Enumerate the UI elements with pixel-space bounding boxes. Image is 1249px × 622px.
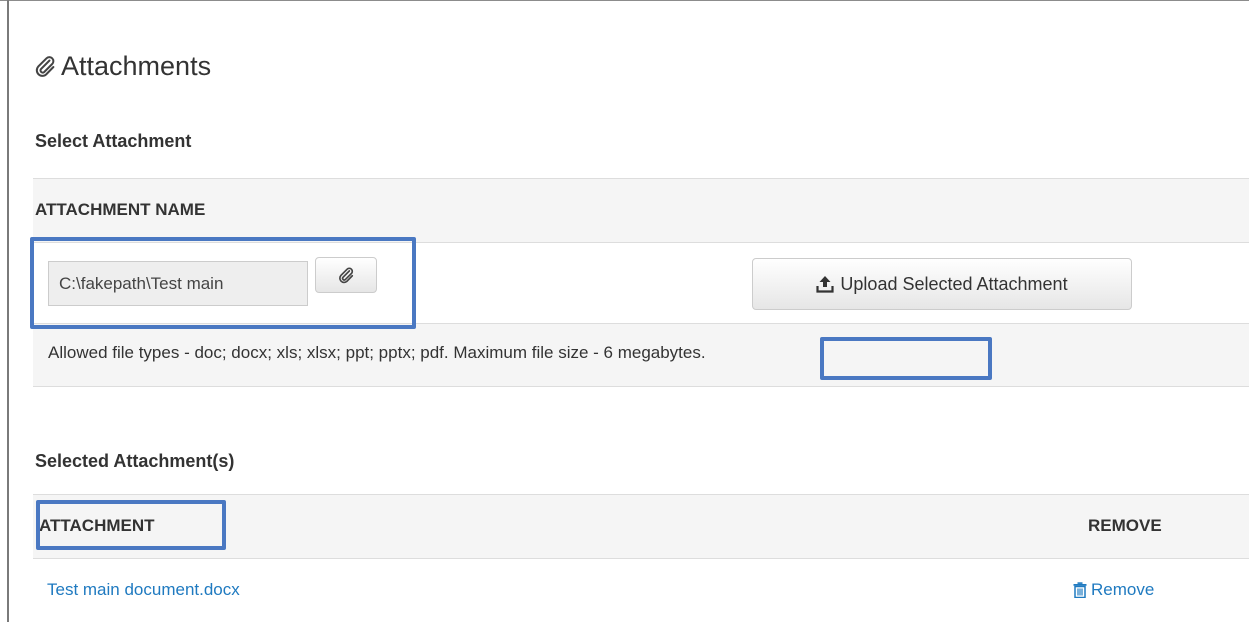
remove-label: Remove xyxy=(1091,580,1155,599)
allowed-file-types-note: Allowed file types - doc; docx; xls; xls… xyxy=(48,343,706,362)
select-attachment-title: Select Attachment xyxy=(35,131,192,151)
file-path-value: C:\fakepath\Test main xyxy=(59,273,224,293)
file-path-input[interactable]: C:\fakepath\Test main xyxy=(48,261,308,306)
selected-attachments-title: Selected Attachment(s) xyxy=(35,451,235,471)
attachment-file-link[interactable]: Test main document.docx xyxy=(47,580,240,600)
remove-column-header: REMOVE xyxy=(1088,516,1162,535)
window-frame-top xyxy=(0,0,1249,1)
selected-attachments-header-row: ATTACHMENT REMOVE xyxy=(33,494,1249,558)
panel-title: Attachments xyxy=(61,50,212,81)
paperclip-icon xyxy=(339,267,354,284)
remove-attachment-link[interactable]: Remove xyxy=(1073,580,1154,600)
upload-icon xyxy=(816,276,835,293)
window-frame-left xyxy=(7,0,9,622)
upload-button-label: Upload Selected Attachment xyxy=(840,273,1068,294)
attachment-name-header-row: ATTACHMENT NAME xyxy=(33,178,1249,243)
browse-file-button[interactable] xyxy=(315,257,377,293)
trash-icon xyxy=(1073,582,1087,598)
attachment-name-header: ATTACHMENT NAME xyxy=(35,200,206,219)
panel-heading: Attachments xyxy=(33,44,211,88)
attachment-column-header: ATTACHMENT xyxy=(39,516,155,535)
paperclip-icon xyxy=(35,56,55,77)
upload-selected-attachment-button[interactable]: Upload Selected Attachment xyxy=(752,258,1132,310)
